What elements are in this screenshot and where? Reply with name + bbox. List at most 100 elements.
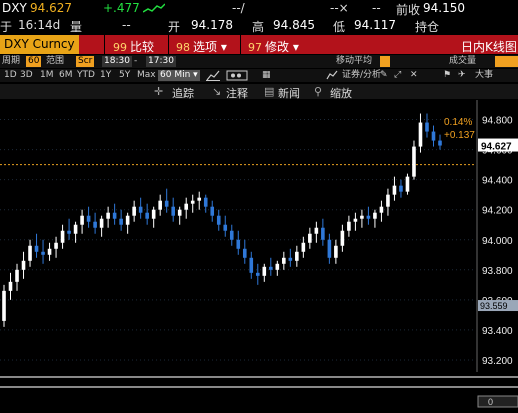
candle-body (93, 221, 97, 228)
change-abs-label: +0.137 (444, 130, 475, 141)
candle (255, 263, 260, 285)
candle (125, 212, 130, 234)
price-chart[interactable]: 94.80094.60094.40094.20094.00093.80093.6… (0, 100, 518, 413)
candle (327, 233, 332, 264)
candle-body (86, 215, 91, 222)
tf-6m[interactable]: 6M (57, 70, 75, 81)
pencil-icon[interactable]: ✎ (378, 70, 390, 81)
candle (99, 215, 104, 237)
candle-body (379, 206, 384, 213)
candle-body (99, 218, 104, 228)
y-tick-label: 94.000 (482, 236, 513, 247)
tf-1y[interactable]: 1Y (98, 70, 113, 81)
open-value: 94.178 (191, 18, 233, 32)
bottom-scrollbar[interactable]: 0 (0, 376, 518, 408)
candle-body (373, 212, 377, 219)
zoom-button[interactable]: 缩放 (330, 85, 352, 99)
candle (399, 179, 403, 198)
zoom-icon[interactable]: ⚲ (314, 85, 322, 98)
candle-body (132, 206, 136, 216)
crosshair-icon[interactable]: ✛ (154, 85, 163, 98)
candle (334, 239, 338, 264)
candle (223, 215, 228, 237)
candle (340, 224, 345, 252)
range-input[interactable]: Scr (76, 56, 95, 67)
dash-2: --× (330, 1, 349, 15)
candle-body (360, 215, 364, 219)
end-time-field[interactable]: 17:30 (146, 56, 176, 67)
candle-body (28, 245, 32, 261)
news-icon[interactable]: ▤ (264, 85, 274, 98)
tf-5y[interactable]: 5Y (117, 70, 132, 81)
quote-row-2: 于 16:14d 量 -- 开 94.178 高 94.845 低 94.117… (0, 17, 518, 34)
edit-menu[interactable]: 97 修改 ▾ (248, 38, 299, 54)
time: 16:14d (18, 18, 61, 32)
chart-toolbar: ✛ 追踪 ↘ 注释 ▤ 新闻 ⚲ 缩放 (0, 84, 518, 99)
period-label: 周期 (2, 56, 21, 66)
volume-toggle[interactable] (495, 56, 518, 67)
start-time-field[interactable]: 18:30 (102, 56, 132, 67)
news-button[interactable]: 新闻 (278, 85, 300, 99)
candle (21, 251, 26, 279)
ticker-field[interactable]: DXY Curncy (0, 35, 79, 54)
moving-average-label[interactable]: 移动平均 (334, 56, 374, 67)
candle-body (54, 242, 58, 249)
candle-body (418, 122, 423, 147)
candle (242, 239, 247, 264)
ma-toggle[interactable] (380, 56, 390, 67)
tf-max[interactable]: Max (135, 70, 158, 81)
flag-icon[interactable]: ⚑ (441, 70, 453, 81)
candle-body (347, 221, 351, 231)
candle-body (295, 251, 299, 261)
candle (190, 194, 195, 213)
candle (275, 260, 280, 276)
events-label[interactable]: 大事 (473, 70, 495, 81)
tf-ytd[interactable]: YTD (75, 70, 97, 81)
candle (288, 248, 293, 267)
tf-1d[interactable]: 1D (2, 70, 19, 81)
candle (158, 194, 162, 216)
candle-body (255, 272, 260, 276)
candle (145, 203, 149, 225)
annotate-button[interactable]: 注释 (226, 85, 248, 99)
security-icon[interactable] (326, 70, 338, 82)
candle-type-icon[interactable] (226, 70, 248, 82)
svg-text:0: 0 (488, 397, 493, 407)
candle-body (41, 251, 45, 255)
annotate-icon[interactable]: ↘ (212, 85, 221, 98)
candle-body (60, 230, 65, 243)
candle-body (412, 146, 416, 177)
candle (353, 212, 358, 231)
table-icon[interactable]: ▦ (260, 70, 273, 81)
symbol[interactable]: DXY (2, 1, 27, 15)
security-analysis-label[interactable]: 证券/分析 (340, 70, 383, 81)
track-button[interactable]: 追踪 (172, 85, 194, 99)
tf-3d[interactable]: 3D (18, 70, 35, 81)
draw-icon[interactable]: ⤢ (392, 70, 403, 81)
chart-title: 日内K线图 (461, 40, 517, 54)
compare-button[interactable]: 99 比较 (113, 38, 154, 54)
candle (321, 218, 325, 246)
tf-1m[interactable]: 1M (38, 70, 56, 81)
candle-body (184, 203, 189, 210)
options-menu[interactable]: 98 选项 ▾ (176, 38, 227, 54)
candle-body (8, 281, 13, 291)
volume-toggle-label[interactable]: 成交量 (447, 56, 478, 67)
interval-select[interactable]: 60 Min ▾ (158, 70, 200, 81)
candle (216, 209, 221, 231)
candle (34, 233, 39, 258)
candle-body (145, 212, 149, 219)
period-input[interactable]: 60 (26, 56, 42, 67)
candle (138, 197, 143, 219)
candle (386, 188, 390, 216)
candle (249, 251, 254, 279)
candle (236, 230, 241, 255)
line-chart-icon[interactable] (206, 70, 220, 82)
candle-body (177, 209, 182, 216)
settings-icon[interactable]: ✕ (408, 70, 420, 81)
candle-body (262, 266, 267, 276)
events-icon[interactable]: ✈ (456, 70, 468, 81)
candle-body (158, 200, 162, 210)
candle-body (327, 239, 332, 258)
candle-body (34, 245, 39, 252)
